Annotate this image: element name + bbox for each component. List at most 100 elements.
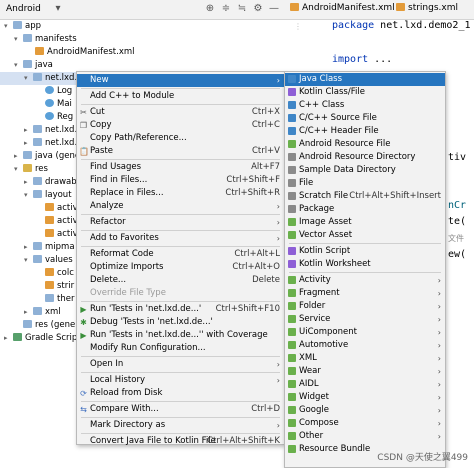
expand-all-icon[interactable]: ≒ (236, 3, 248, 15)
menu-item[interactable]: Delete... Delete (77, 274, 284, 287)
chevron-down-icon[interactable]: ▾ (14, 33, 23, 46)
submenu-item[interactable]: C++ Class (285, 99, 445, 112)
menu-item[interactable]: Mark Directory as › (77, 419, 284, 432)
submenu-item[interactable]: C/C++ Source File (285, 112, 445, 125)
menu-item[interactable]: Add C++ to Module (77, 90, 284, 103)
chevron-right-icon[interactable]: ▸ (24, 306, 33, 319)
chevron-down-icon[interactable]: ▾ (24, 72, 33, 85)
submenu-item[interactable]: Automotive › (285, 339, 445, 352)
tree-item[interactable]: ▾ java (0, 59, 53, 72)
chevron-right-icon[interactable]: ▸ (24, 176, 33, 189)
chevron-down-icon[interactable]: ▾ (24, 189, 33, 202)
tree-item[interactable]: res (gene (0, 319, 75, 332)
submenu-item[interactable]: Kotlin Script (285, 245, 445, 258)
tree-item[interactable]: AndroidManifest.xml (0, 46, 135, 59)
chevron-down-icon[interactable]: ▾ (14, 163, 23, 176)
submenu-item[interactable]: Java Class (285, 73, 445, 86)
chevron-down-icon[interactable]: ▾ (4, 20, 13, 33)
menu-item[interactable]: ▶ Run 'Tests in 'net.lxd.de...' Ctrl+Shift… (77, 303, 284, 316)
chevron-right-icon[interactable]: ▸ (24, 241, 33, 254)
menu-item[interactable]: ✱ Debug 'Tests in 'net.lxd.de...' (77, 316, 284, 329)
tree-item[interactable]: ▸ java (gene (0, 150, 80, 163)
menu-item[interactable]: Replace in Files... Ctrl+Shift+R (77, 187, 284, 200)
submenu-item[interactable]: C/C++ Header File (285, 125, 445, 138)
tree-item[interactable]: activ (0, 228, 78, 241)
submenu-item[interactable]: Wear › (285, 365, 445, 378)
tree-item[interactable]: ▾ manifests (0, 33, 77, 46)
tree-item[interactable]: ▸ drawab (0, 176, 77, 189)
menu-item[interactable]: ⟳ Reload from Disk (77, 387, 284, 400)
menu-item[interactable]: Find Usages Alt+F7 (77, 161, 284, 174)
tree-item[interactable]: Log (0, 85, 72, 98)
menu-item[interactable]: Modify Run Configuration... (77, 342, 284, 355)
tree-item[interactable]: ▾ values (0, 254, 73, 267)
tab-strings[interactable]: strings.xml (396, 3, 458, 13)
menu-item[interactable]: New › (77, 74, 284, 87)
submenu-item[interactable]: Google › (285, 404, 445, 417)
tree-item[interactable]: ▾ res (0, 163, 48, 176)
submenu-item[interactable]: Android Resource File (285, 138, 445, 151)
submenu-item[interactable]: Scratch File Ctrl+Alt+Shift+Insert (285, 190, 445, 203)
menu-item[interactable]: 📋 Paste Ctrl+V (77, 145, 284, 158)
gear-icon[interactable]: ⚙ (252, 3, 264, 15)
menu-item[interactable]: Reformat Code Ctrl+Alt+L (77, 248, 284, 261)
submenu-item[interactable]: Kotlin Class/File (285, 86, 445, 99)
chevron-right-icon[interactable]: ▸ (4, 332, 13, 345)
tree-item[interactable]: colc (0, 267, 74, 280)
menu-item[interactable]: ✂ Cut Ctrl+X (77, 106, 284, 119)
menu-item[interactable]: ▶ Run 'Tests in 'net.lxd.de...'' with Cov… (77, 329, 284, 342)
tree-item[interactable]: ▸ net.lxd. (0, 124, 77, 137)
submenu-item[interactable]: Folder › (285, 300, 445, 313)
chevron-right-icon[interactable]: ▸ (24, 137, 33, 150)
menu-item[interactable]: Optimize Imports Ctrl+Alt+O (77, 261, 284, 274)
menu-item[interactable]: ⇆ Compare With... Ctrl+D (77, 403, 284, 416)
code-line-package[interactable]: package net.lxd.demo2_1 (332, 20, 470, 31)
submenu-item[interactable]: Package (285, 203, 445, 216)
tree-item[interactable]: Mai (0, 98, 72, 111)
menu-item[interactable]: Refactor › (77, 216, 284, 229)
submenu-item[interactable]: AIDL › (285, 378, 445, 391)
tree-item[interactable]: ▸ net.lxd. (0, 137, 77, 150)
submenu-item[interactable]: Sample Data Directory (285, 164, 445, 177)
submenu-item[interactable]: Compose › (285, 417, 445, 430)
menu-item[interactable]: Local History › (77, 374, 284, 387)
tree-item[interactable]: ▾ app (0, 20, 41, 33)
submenu-item[interactable]: Activity › (285, 274, 445, 287)
menu-item[interactable]: Convert Java File to Kotlin File Ctrl+Alt… (77, 435, 284, 448)
tree-item[interactable]: ▸ Gradle Script (0, 332, 81, 345)
tree-item[interactable]: activ (0, 215, 78, 228)
menu-item[interactable]: Copy Path/Reference... (77, 132, 284, 145)
chevron-right-icon[interactable]: ▸ (24, 124, 33, 137)
tree-item[interactable]: activ (0, 202, 78, 215)
hide-icon[interactable]: — (268, 3, 280, 15)
code-line-import[interactable]: import ... (332, 54, 392, 65)
tree-item[interactable]: ▾ layout (0, 189, 72, 202)
submenu-item[interactable]: File (285, 177, 445, 190)
menu-item[interactable]: Open In › (77, 358, 284, 371)
collapse-all-icon[interactable]: ≑ (220, 3, 232, 15)
submenu-item[interactable]: Widget › (285, 391, 445, 404)
menu-item[interactable]: ❐ Copy Ctrl+C (77, 119, 284, 132)
submenu-item[interactable]: Other › (285, 430, 445, 443)
chevron-down-icon[interactable]: ▾ (24, 254, 33, 267)
submenu-item[interactable]: Kotlin Worksheet (285, 258, 445, 271)
submenu-item[interactable]: Fragment › (285, 287, 445, 300)
submenu-item[interactable]: UiComponent › (285, 326, 445, 339)
chevron-down-icon[interactable]: ▾ (52, 3, 64, 15)
menu-item[interactable]: Add to Favorites › (77, 232, 284, 245)
tree-item[interactable]: ▸ xml (0, 306, 61, 319)
project-view-selector[interactable]: Android (6, 4, 41, 14)
submenu-item[interactable]: XML › (285, 352, 445, 365)
locate-icon[interactable]: ⊕ (204, 3, 216, 15)
submenu-item[interactable]: Vector Asset (285, 229, 445, 242)
tree-item[interactable]: ther (0, 293, 74, 306)
menu-item[interactable]: Analyze › (77, 200, 284, 213)
chevron-right-icon[interactable]: ▸ (14, 150, 23, 163)
tab-androidmanifest[interactable]: AndroidManifest.xml (290, 3, 395, 13)
submenu-item[interactable]: Image Asset (285, 216, 445, 229)
menu-item[interactable]: Find in Files... Ctrl+Shift+F (77, 174, 284, 187)
chevron-down-icon[interactable]: ▾ (14, 59, 23, 72)
tree-item[interactable]: Reg (0, 111, 73, 124)
submenu-item[interactable]: Service › (285, 313, 445, 326)
tree-item[interactable]: ▸ mipma (0, 241, 75, 254)
